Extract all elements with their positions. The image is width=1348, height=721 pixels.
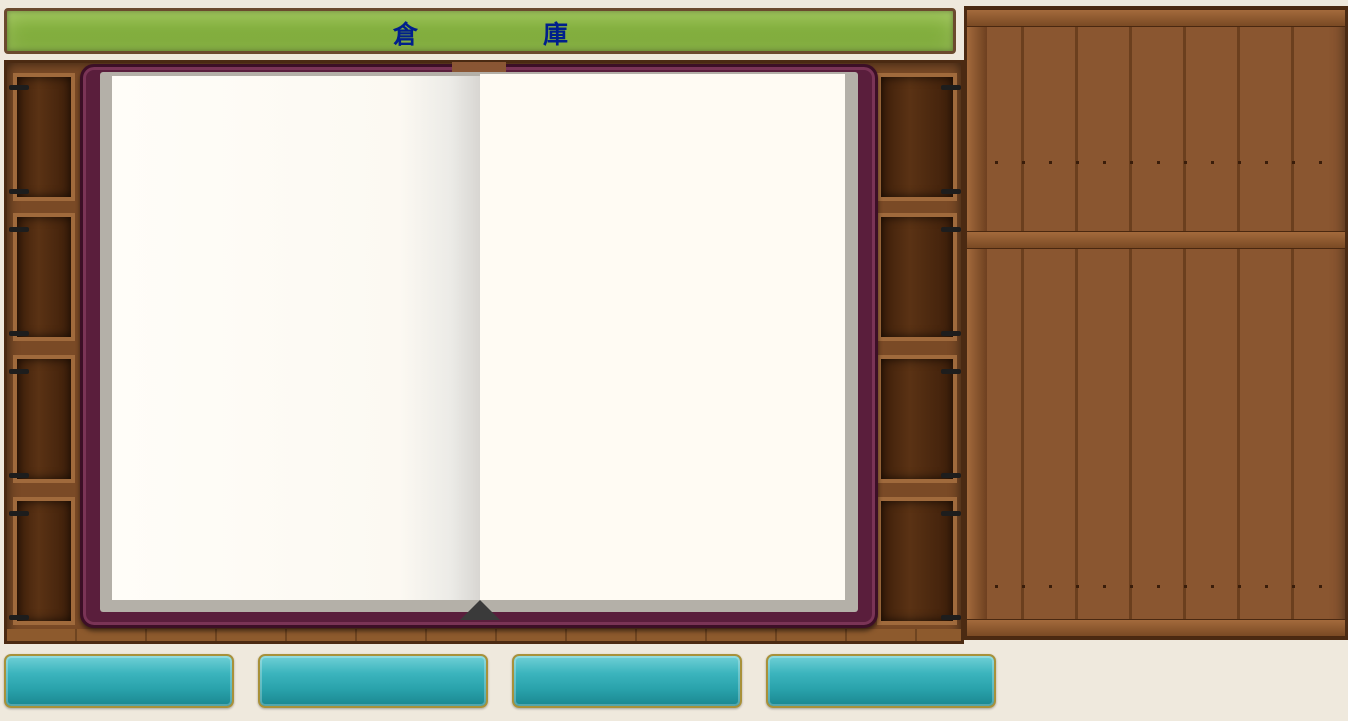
hinge-icon	[9, 615, 29, 620]
bookmark-icon	[460, 600, 500, 620]
panel-rail-top	[967, 9, 1345, 27]
hinge-icon	[9, 511, 29, 516]
hinge-icon	[941, 511, 961, 516]
hinge-icon	[9, 473, 29, 478]
hinge-icon	[9, 85, 29, 90]
shelf-slot[interactable]	[13, 213, 75, 341]
shelf-slot[interactable]	[877, 497, 957, 625]
action-button-3[interactable]	[512, 654, 742, 708]
shelf-base	[7, 629, 961, 641]
hinge-icon	[9, 189, 29, 194]
nail-row	[995, 161, 1335, 164]
hinge-icon	[941, 85, 961, 90]
hinge-icon	[941, 615, 961, 620]
book-spine	[452, 62, 506, 72]
book-page-left[interactable]	[112, 76, 480, 600]
book-page-right[interactable]	[480, 74, 845, 600]
shelf-slot[interactable]	[13, 497, 75, 625]
nail-row	[995, 585, 1335, 588]
shelf-slot[interactable]	[13, 73, 75, 201]
shelf-column-left	[9, 73, 75, 633]
shelf-slot[interactable]	[13, 355, 75, 483]
wooden-door-panel	[964, 6, 1348, 640]
shelf-column-right	[877, 73, 961, 633]
hinge-icon	[9, 369, 29, 374]
shelf-slot[interactable]	[877, 213, 957, 341]
panel-post	[967, 9, 987, 637]
hinge-icon	[9, 331, 29, 336]
hinge-icon	[941, 227, 961, 232]
panel-rail-middle	[967, 231, 1345, 249]
action-button-2[interactable]	[258, 654, 488, 708]
hinge-icon	[941, 189, 961, 194]
title-char-2: 庫	[543, 20, 569, 49]
title-char-1: 倉	[393, 20, 419, 49]
action-button-1[interactable]	[4, 654, 234, 708]
shelf-slot[interactable]	[877, 355, 957, 483]
storage-title-bar: 倉 庫	[4, 8, 956, 54]
hinge-icon	[941, 473, 961, 478]
action-button-4[interactable]	[766, 654, 996, 708]
hinge-icon	[941, 369, 961, 374]
shelf-slot[interactable]	[877, 73, 957, 201]
panel-rail-bottom	[967, 619, 1345, 637]
hinge-icon	[941, 331, 961, 336]
hinge-icon	[9, 227, 29, 232]
